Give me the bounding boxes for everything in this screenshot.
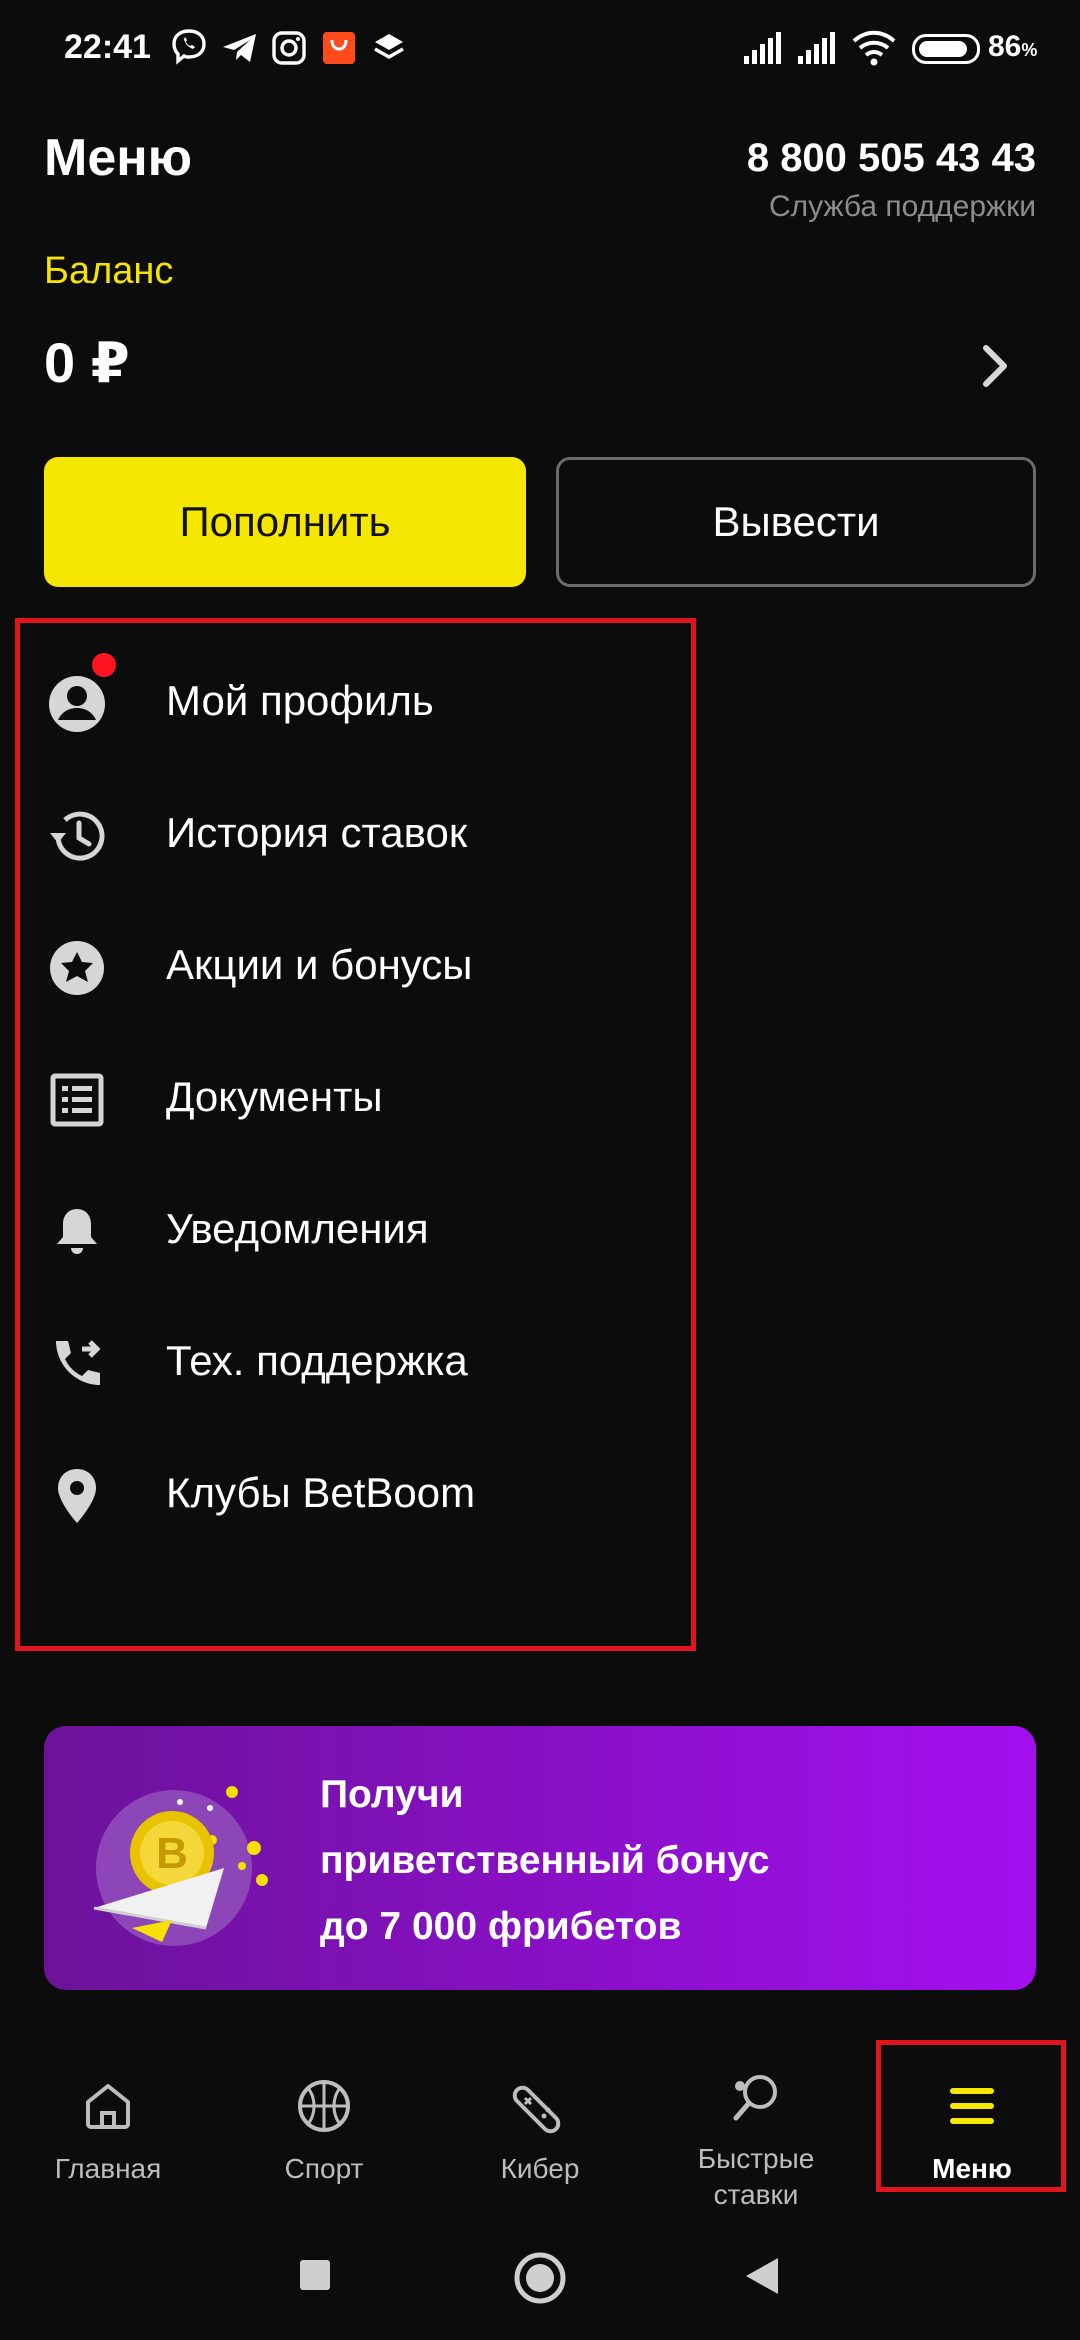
back-icon[interactable] xyxy=(742,2254,782,2298)
menu-item-promotions[interactable]: Акции и бонусы xyxy=(0,897,690,1029)
menu-item-profile[interactable]: Мой профиль xyxy=(0,633,690,765)
status-bar: 22:41 86% xyxy=(0,0,1080,96)
menu-item-label: Тех. поддержка xyxy=(166,1337,468,1384)
phone-forward-icon xyxy=(56,1340,101,1385)
promo-text: Получи приветственный бонус до 7 000 фри… xyxy=(320,1762,770,1960)
nav-label: Быстрые xyxy=(697,2143,815,2174)
menu-item-clubs[interactable]: Клубы BetBoom xyxy=(0,1425,690,1557)
nav-item-sport[interactable]: Спорт xyxy=(216,2046,432,2216)
instagram-icon xyxy=(272,31,306,65)
viber-icon xyxy=(172,29,206,65)
menu-item-documents[interactable]: Документы xyxy=(0,1029,690,1161)
document-list-icon xyxy=(50,1073,104,1127)
menu-item-tech-support[interactable]: Тех. поддержка xyxy=(0,1293,690,1425)
menu-item-label: Мой профиль xyxy=(166,677,434,724)
star-circle-icon xyxy=(50,941,104,995)
withdraw-button[interactable]: Вывести xyxy=(556,457,1036,587)
coin-envelope-icon: B xyxy=(93,1786,268,1946)
menu-item-label: История ставок xyxy=(166,809,468,856)
promo-line-1: Получи xyxy=(320,1773,464,1816)
page-title: Меню xyxy=(44,129,193,187)
menu-item-label: Акции и бонусы xyxy=(166,941,473,988)
system-nav-bar xyxy=(0,2226,1080,2326)
home-circle-icon[interactable] xyxy=(512,2250,568,2306)
nav-label: Главная xyxy=(54,2153,162,2184)
signal-icon xyxy=(798,32,835,64)
balance-value: 0 ₽ xyxy=(44,331,130,394)
menu-item-label: Клубы BetBoom xyxy=(166,1469,476,1516)
support-phone-link[interactable]: 8 800 505 43 43 xyxy=(747,136,1036,181)
location-pin-icon xyxy=(58,1469,96,1523)
promo-line-2: приветственный бонус xyxy=(320,1839,770,1882)
telegram-icon xyxy=(223,34,256,62)
nav-item-fast-bets[interactable]: Быстрые ставки xyxy=(648,2046,864,2216)
chevron-right-icon xyxy=(983,345,1007,387)
bell-icon xyxy=(57,1209,97,1254)
nav-item-home[interactable]: Главная xyxy=(0,2046,216,2216)
balance-label: Баланс xyxy=(44,250,174,292)
battery-icon xyxy=(912,34,980,64)
menu-item-label: Уведомления xyxy=(166,1205,429,1252)
wifi-icon xyxy=(852,30,896,66)
menu-item-label: Документы xyxy=(166,1073,383,1120)
home-icon xyxy=(86,2084,130,2129)
aliexpress-icon xyxy=(323,32,355,64)
deposit-button[interactable]: Пополнить xyxy=(44,457,526,587)
promo-line-3: до 7 000 фрибетов xyxy=(320,1905,682,1948)
history-icon xyxy=(50,811,105,861)
battery-percent: 86% xyxy=(988,30,1038,63)
recents-icon[interactable] xyxy=(298,2258,332,2292)
menu-tab-highlight-frame xyxy=(876,2040,1066,2192)
account-circle-icon xyxy=(49,676,105,732)
nav-label: ставки xyxy=(713,2179,799,2210)
svg-text:B: B xyxy=(156,1829,188,1878)
layers-app-icon xyxy=(374,34,404,59)
basketball-icon xyxy=(298,2080,350,2132)
notification-dot xyxy=(92,653,116,677)
status-time: 22:41 xyxy=(64,28,151,66)
menu-item-bet-history[interactable]: История ставок xyxy=(0,765,690,897)
gamepad-icon xyxy=(512,2085,561,2134)
balance-row[interactable]: 0 ₽ xyxy=(0,320,1080,410)
welcome-bonus-banner[interactable]: B Получи приветственный бонус до 7 000 ф… xyxy=(44,1726,1036,1990)
support-label: Служба поддержки xyxy=(768,190,1036,223)
nav-label: Кибер xyxy=(500,2153,580,2184)
ping-pong-icon xyxy=(733,2075,777,2121)
battery-level xyxy=(919,41,967,57)
signal-icon xyxy=(744,32,781,64)
nav-label: Спорт xyxy=(284,2153,364,2184)
menu-item-notifications[interactable]: Уведомления xyxy=(0,1161,690,1293)
nav-item-cyber[interactable]: Кибер xyxy=(432,2046,648,2216)
